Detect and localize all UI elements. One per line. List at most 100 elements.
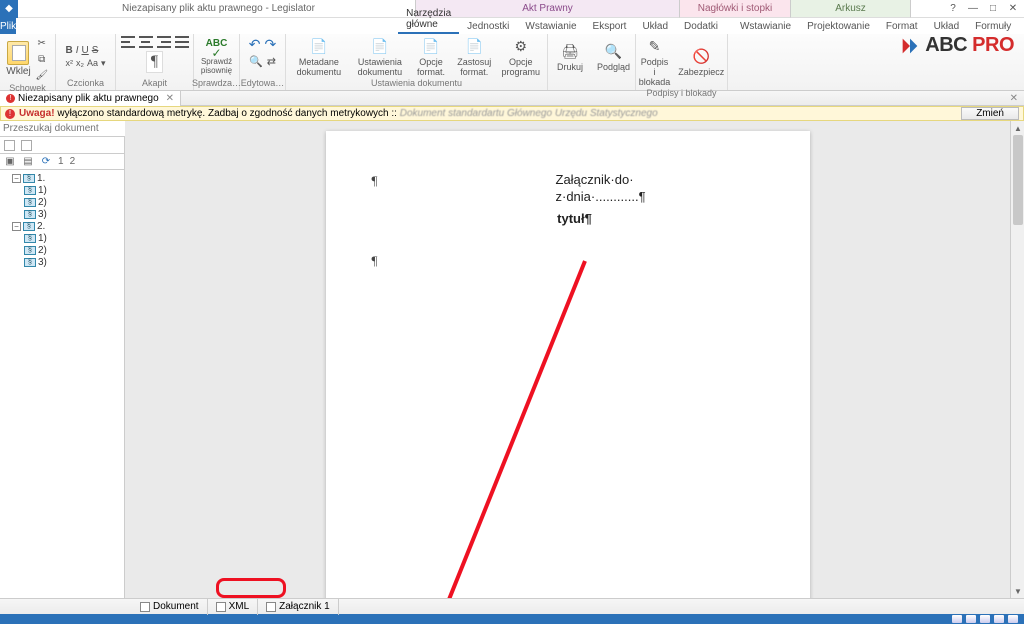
paste-button[interactable]: Wklej [6, 41, 30, 77]
paragraph-mark: ¶ [372, 173, 378, 189]
metadane-button[interactable]: 📄 Metadane dokumentu [291, 36, 347, 77]
metadane-label: Metadane dokumentu [293, 57, 345, 77]
tree-node-2-3[interactable]: §3) [2, 256, 122, 268]
ustawienia-dok-button[interactable]: 📄 Ustawienia dokumentu [351, 36, 409, 77]
tab-projektowanie[interactable]: Projektowanie [799, 19, 878, 34]
tab-narzedzia-glowne[interactable]: Narzędzia główne [398, 6, 459, 34]
attachment-view-icon [266, 602, 276, 612]
bottom-tab-dokument[interactable]: Dokument [132, 599, 208, 615]
tab-format[interactable]: Format [878, 19, 926, 34]
scroll-up-button[interactable]: ▲ [1011, 121, 1024, 135]
tree-node-2-1[interactable]: §1) [2, 232, 122, 244]
print-icon: 🖨 [560, 41, 580, 61]
tab-wstawianie[interactable]: Wstawianie [517, 19, 584, 34]
protect-icon: 🚫 [691, 46, 711, 66]
minimize-button[interactable]: — [966, 2, 980, 16]
collapse-all-icon[interactable]: ▣ [4, 156, 16, 168]
drukuj-button[interactable]: 🖨 Drukuj [555, 41, 585, 72]
nav-page-2[interactable]: 2 [70, 156, 76, 167]
align-left-button[interactable] [121, 36, 135, 48]
xml-view-icon [216, 602, 226, 612]
tab-formuly[interactable]: Formuły [967, 19, 1019, 34]
font-dropdown[interactable]: ▾ [101, 58, 106, 69]
apply-icon: 📄 [464, 36, 484, 56]
scroll-thumb[interactable] [1013, 135, 1023, 225]
podpis-button[interactable]: ✎ Podpis i blokada [637, 36, 673, 87]
tree-node-1-3[interactable]: §3) [2, 208, 122, 220]
status-icon-5[interactable] [1008, 615, 1018, 623]
close-all-tabs-button[interactable]: ✕ [1004, 93, 1024, 104]
opcje-prog-label: Opcje programu [502, 57, 541, 77]
file-tab[interactable]: Plik [0, 18, 16, 34]
tab-uklad2[interactable]: Układ [926, 19, 968, 34]
underline-button[interactable]: U [81, 45, 88, 56]
signature-icon: ✎ [644, 36, 664, 56]
zastosuj-format-button[interactable]: 📄 Zastosuj format. [453, 36, 495, 77]
search-input[interactable] [0, 121, 138, 136]
expand-all-icon[interactable]: ▤ [22, 156, 34, 168]
podglad-button[interactable]: 🔍 Podgląd [595, 41, 632, 72]
scroll-down-button[interactable]: ▼ [1011, 584, 1024, 598]
status-icon-2[interactable] [966, 615, 976, 623]
bottom-tab-zalacznik[interactable]: Załącznik 1 [258, 599, 339, 615]
find-button[interactable]: 🔍 [249, 55, 263, 68]
logo-pro: PRO [972, 34, 1014, 56]
align-right-button[interactable] [157, 36, 171, 48]
refresh-icon[interactable]: ⟳ [40, 156, 52, 168]
tab-jednostki[interactable]: Jednostki [459, 19, 517, 34]
maximize-button[interactable]: □ [986, 2, 1000, 16]
bottom-tab-xml[interactable]: XML [208, 599, 259, 615]
tab-wstawianie2[interactable]: Wstawianie [732, 19, 799, 34]
spellcheck-button[interactable]: ABC ✓ Sprawdź pisownię [199, 38, 234, 75]
status-icon-1[interactable] [952, 615, 962, 623]
tree-node-1-1[interactable]: §1) [2, 184, 122, 196]
opcje-programu-button[interactable]: ⚙ Opcje programu [500, 36, 543, 77]
tab-dodatki[interactable]: Dodatki [676, 19, 726, 34]
vertical-scrollbar[interactable]: ▲ ▼ [1010, 121, 1024, 598]
status-icon-3[interactable] [980, 615, 990, 623]
close-button[interactable]: ✕ [1006, 2, 1020, 16]
nav-view1-button[interactable] [4, 140, 15, 151]
nav-page-1[interactable]: 1 [58, 156, 64, 167]
undo-button[interactable]: ↶ [249, 36, 261, 53]
gear-icon: 📄 [370, 36, 390, 56]
zabezpiecz-button[interactable]: 🚫 Zabezpiecz [676, 46, 726, 77]
show-pilcrow-button[interactable]: ¶ [146, 51, 163, 73]
close-tab-button[interactable]: ✕ [162, 93, 174, 104]
opcje-format-button[interactable]: 📄 Opcje format. [413, 36, 449, 77]
format-painter-icon[interactable]: 🖌 [35, 68, 49, 82]
group-podglad [612, 77, 615, 88]
zmien-button[interactable]: Zmień [961, 107, 1019, 120]
help-icon[interactable]: ? [946, 2, 960, 16]
superscript-button[interactable]: x² [65, 58, 73, 68]
tab-dane[interactable]: Dane [1019, 19, 1024, 34]
document-view-icon [140, 602, 150, 612]
spellcheck-label: Sprawdź pisownię [199, 57, 234, 75]
cut-icon[interactable]: ✂ [35, 36, 49, 50]
replace-button[interactable]: ⇄ [267, 55, 276, 68]
bottom-tab-zalacznik-label: Załącznik 1 [279, 601, 330, 612]
tab-eksport[interactable]: Eksport [585, 19, 635, 34]
tree-node-1[interactable]: −§1. [2, 172, 122, 184]
subscript-button[interactable]: x₂ [76, 58, 84, 68]
warning-bar: ! Uwaga! wyłączono standardową metrykę. … [0, 106, 1024, 121]
italic-button[interactable]: I [76, 45, 79, 56]
status-icon-4[interactable] [994, 615, 1004, 623]
tree-node-2[interactable]: −§2. [2, 220, 122, 232]
bold-button[interactable]: B [65, 45, 72, 56]
tab-uklad[interactable]: Układ [634, 19, 676, 34]
redo-button[interactable]: ↷ [265, 36, 277, 53]
options-icon: 📄 [421, 36, 441, 56]
editor-canvas[interactable]: ¶ Załącznik·do· z·dnia·............¶ tyt… [125, 121, 1010, 598]
window-title: Niezapisany plik aktu prawnego - Legisla… [22, 3, 415, 14]
nav-view2-button[interactable] [21, 140, 32, 151]
tree-label-2-2: 2) [38, 245, 47, 256]
document-page[interactable]: ¶ Załącznik·do· z·dnia·............¶ tyt… [326, 131, 810, 598]
align-justify-button[interactable] [175, 36, 189, 48]
tree-node-2-2[interactable]: §2) [2, 244, 122, 256]
tree-node-1-2[interactable]: §2) [2, 196, 122, 208]
change-case-button[interactable]: Aa [87, 58, 98, 68]
strike-button[interactable]: S [92, 45, 99, 56]
copy-icon[interactable]: ⧉ [35, 52, 49, 66]
align-center-button[interactable] [139, 36, 153, 48]
